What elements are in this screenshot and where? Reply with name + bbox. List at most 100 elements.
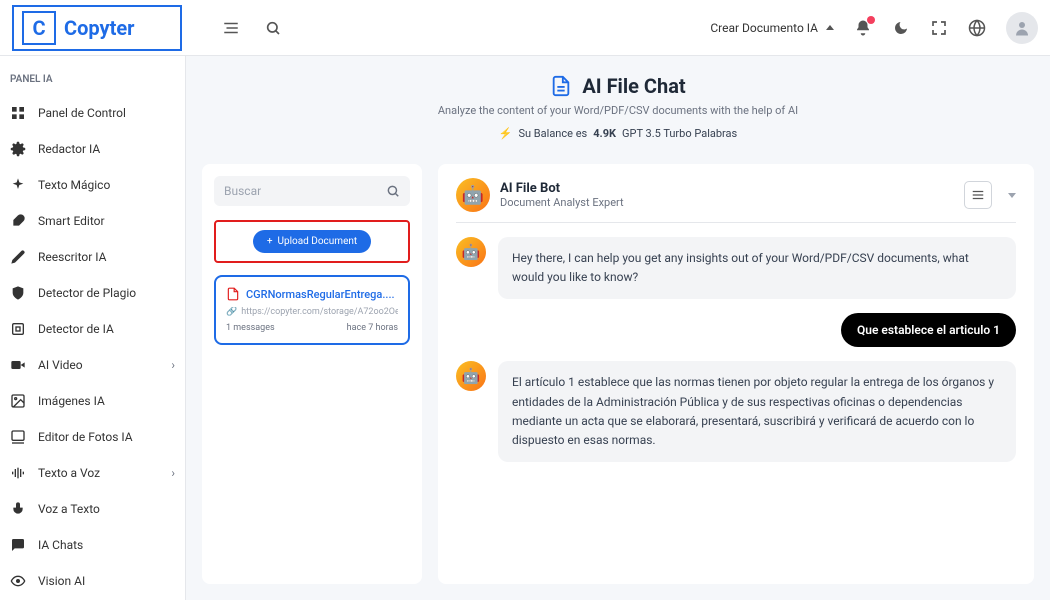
search-icon[interactable]: [264, 19, 282, 37]
document-url: https://copyter.com/storage/A72oo2OejW.p…: [241, 307, 398, 317]
sparkle-icon: [10, 177, 26, 193]
sidebar-item-redactor[interactable]: Redactor IA: [0, 131, 185, 167]
sidebar-item-texto-magico[interactable]: Texto Mágico: [0, 167, 185, 203]
user-message-row: Que establece el articulo 1: [456, 313, 1016, 347]
create-document-dropdown[interactable]: Crear Documento IA: [710, 21, 834, 35]
bot-message-row: 🤖 Hey there, I can help you get any insi…: [456, 237, 1016, 299]
logo[interactable]: C Copyter: [12, 5, 182, 51]
sidebar-item-panel-control[interactable]: Panel de Control: [0, 95, 185, 131]
bot-role: Document Analyst Expert: [500, 196, 624, 209]
document-card[interactable]: CGRNormasRegularEntrega.... 🔗 https://co…: [214, 275, 410, 345]
balance-prefix: Su Balance es: [518, 127, 587, 140]
sidebar-item-smart-editor[interactable]: Smart Editor: [0, 203, 185, 239]
logo-text: Copyter: [64, 16, 134, 40]
fullscreen-icon[interactable]: [930, 19, 948, 37]
upload-highlight: + Upload Document: [214, 220, 410, 263]
sidebar-item-vision-ai[interactable]: Vision AI: [0, 563, 185, 599]
eye-icon: [10, 573, 26, 589]
search-box: [214, 176, 410, 206]
chevron-right-icon: ›: [171, 358, 175, 372]
sidebar-item-label: IA Chats: [38, 538, 83, 552]
page-subtitle: Analyze the content of your Word/PDF/CSV…: [186, 104, 1050, 117]
sidebar-item-label: Panel de Control: [38, 106, 126, 120]
sidebar-item-label: AI Video: [38, 358, 83, 372]
sidebar-section-title: PANEL IA: [0, 74, 185, 95]
image-icon: [10, 393, 26, 409]
balance-row: ⚡ Su Balance es 4.9K GPT 3.5 Turbo Palab…: [186, 127, 1050, 140]
cpu-icon: [10, 321, 26, 337]
shield-icon: [10, 285, 26, 301]
file-icon: [550, 75, 572, 97]
dark-mode-icon[interactable]: [892, 19, 910, 37]
bot-avatar-icon: 🤖: [456, 178, 490, 212]
chevron-down-icon[interactable]: [1008, 193, 1016, 198]
search-icon[interactable]: [386, 184, 400, 198]
sidebar-item-label: Texto a Voz: [38, 466, 100, 480]
notifications-icon[interactable]: [854, 19, 872, 37]
sidebar-item-voz-texto[interactable]: Voz a Texto: [0, 491, 185, 527]
bot-message-row: 🤖 El artículo 1 establece que las normas…: [456, 361, 1016, 462]
link-icon: 🔗: [226, 307, 237, 317]
sidebar-item-label: Detector de IA: [38, 322, 114, 336]
page-header: AI File Chat Analyze the content of your…: [186, 56, 1050, 148]
search-input[interactable]: [224, 184, 386, 198]
plus-icon: +: [267, 236, 273, 247]
chat-header: 🤖 AI File Bot Document Analyst Expert: [456, 178, 1016, 223]
sidebar-item-texto-voz[interactable]: Texto a Voz ›: [0, 455, 185, 491]
header-right: Crear Documento IA: [710, 12, 1038, 44]
document-panel: + Upload Document CGRNormasRegularEntreg…: [202, 164, 422, 584]
document-time: hace 7 horas: [347, 323, 398, 333]
pen-icon: [10, 249, 26, 265]
create-doc-label: Crear Documento IA: [710, 21, 818, 35]
document-messages-count: 1 messages: [226, 323, 275, 333]
user-message-bubble: Que establece el articulo 1: [841, 313, 1016, 347]
chevron-right-icon: ›: [171, 466, 175, 480]
sidebar-item-detector-ia[interactable]: Detector de IA: [0, 311, 185, 347]
sidebar-item-label: Detector de Plagio: [38, 286, 136, 300]
bot-avatar-icon: 🤖: [456, 237, 486, 267]
sidebar-item-label: Voz a Texto: [38, 502, 100, 516]
notification-dot: [867, 16, 875, 24]
sidebar-item-label: Imágenes IA: [38, 394, 105, 408]
sidebar-item-ai-video[interactable]: AI Video ›: [0, 347, 185, 383]
logo-icon: C: [22, 11, 56, 45]
bot-message-bubble: Hey there, I can help you get any insigh…: [498, 237, 1016, 299]
balance-suffix: GPT 3.5 Turbo Palabras: [622, 127, 737, 140]
bot-avatar-icon: 🤖: [456, 361, 486, 391]
balance-amount: 4.9K: [593, 127, 616, 140]
menu-toggle-icon[interactable]: [222, 19, 240, 37]
app-header: C Copyter Crear Documento IA: [0, 0, 1050, 56]
upload-btn-label: Upload Document: [278, 236, 358, 247]
feather-icon: [10, 213, 26, 229]
user-avatar[interactable]: [1006, 12, 1038, 44]
page-title: AI File Chat: [582, 74, 685, 98]
chat-panel: 🤖 AI File Bot Document Analyst Expert 🤖 …: [438, 164, 1034, 584]
sidebar-item-imagenes[interactable]: Imágenes IA: [0, 383, 185, 419]
chat-menu-button[interactable]: [964, 181, 992, 209]
sidebar-item-label: Redactor IA: [38, 142, 100, 156]
document-title: CGRNormasRegularEntrega....: [246, 288, 395, 301]
bot-message-bubble: El artículo 1 establece que las normas t…: [498, 361, 1016, 462]
video-icon: [10, 357, 26, 373]
photo-edit-icon: [10, 429, 26, 445]
sidebar: PANEL IA Panel de Control Redactor IA Te…: [0, 56, 186, 600]
sidebar-item-ia-chats[interactable]: IA Chats: [0, 527, 185, 563]
header-left-icons: [222, 19, 282, 37]
sidebar-item-editor-fotos[interactable]: Editor de Fotos IA: [0, 419, 185, 455]
language-icon[interactable]: [968, 19, 986, 37]
sidebar-item-plagio[interactable]: Detector de Plagio: [0, 275, 185, 311]
sidebar-item-label: Editor de Fotos IA: [38, 430, 133, 444]
bot-name: AI File Bot: [500, 181, 624, 196]
sound-icon: [10, 465, 26, 481]
chat-body: 🤖 Hey there, I can help you get any insi…: [456, 223, 1016, 462]
gear-icon: [10, 141, 26, 157]
bolt-icon: ⚡: [499, 127, 513, 140]
sidebar-item-label: Vision AI: [38, 574, 85, 588]
pdf-icon: [226, 287, 240, 301]
dashboard-icon: [10, 105, 26, 121]
sidebar-item-label: Texto Mágico: [38, 178, 110, 192]
chevron-up-icon: [826, 25, 834, 30]
sidebar-item-reescritor[interactable]: Reescritor IA: [0, 239, 185, 275]
chat-icon: [10, 537, 26, 553]
upload-document-button[interactable]: + Upload Document: [253, 230, 371, 253]
